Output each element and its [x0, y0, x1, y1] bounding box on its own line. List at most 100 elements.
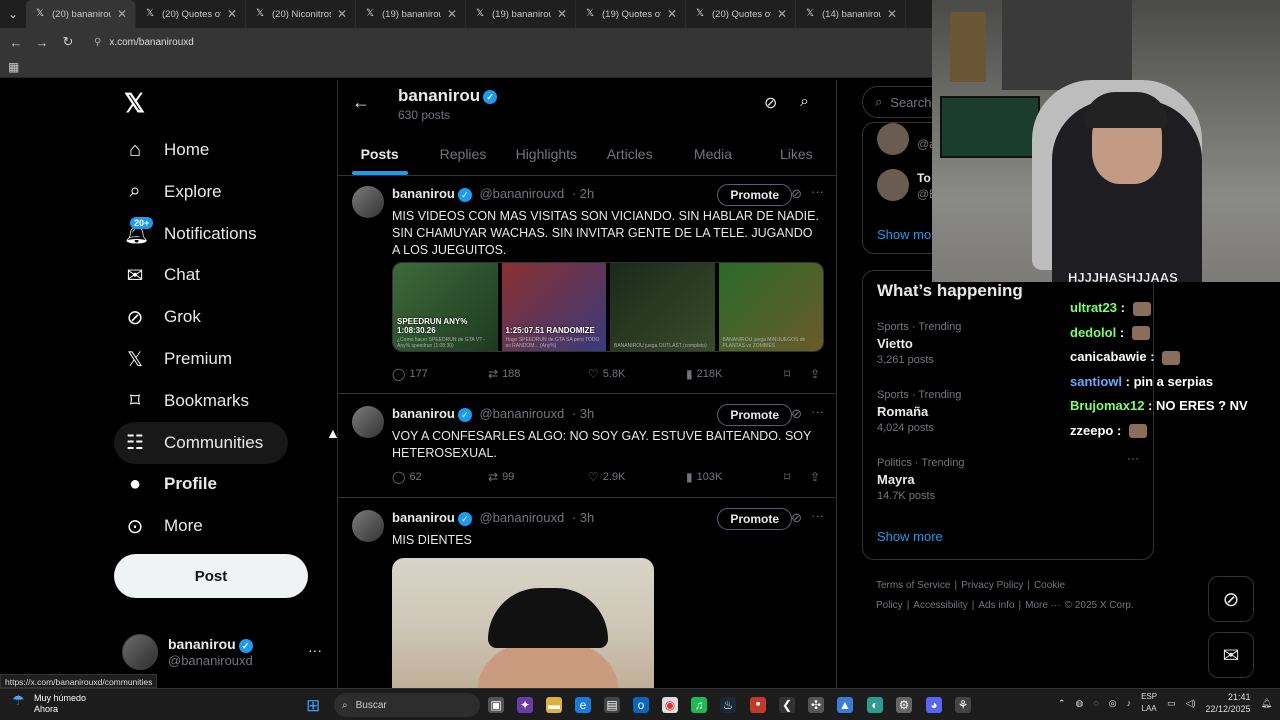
nav-item-premium[interactable]: 𝕏 Premium: [114, 338, 242, 380]
apps-grid-icon[interactable]: ▦: [8, 60, 19, 74]
more-dots-icon[interactable]: ···: [308, 642, 322, 658]
video-thumbnail[interactable]: 1:25:07.51 RANDOMIZE Hago SPEEDRUN de GT…: [501, 263, 606, 351]
footer-link[interactable]: More ···: [1025, 600, 1061, 611]
microphone-icon[interactable]: ♪: [1127, 698, 1132, 708]
share-button[interactable]: ⇪: [810, 470, 820, 484]
tweet[interactable]: bananirou ✓ @bananirouxd · 3h Promote ⊘ ·…: [338, 396, 836, 498]
app-icon[interactable]: ◐: [867, 697, 883, 713]
video-thumbnail[interactable]: BANANIROU juega MINIJUEGOS de PLANTAS vs…: [718, 263, 823, 351]
author-handle[interactable]: @bananirouxd: [479, 186, 564, 201]
taskbar-search[interactable]: ⌕ Buscar: [334, 693, 480, 717]
search-icon[interactable]: ⌕: [800, 93, 809, 111]
author-handle[interactable]: @bananirouxd: [479, 406, 564, 421]
tweet[interactable]: bananirou ✓ @bananirouxd · 3h Promote ⊘ ·…: [338, 500, 836, 688]
avatar[interactable]: [877, 169, 909, 201]
forward-arrow-icon[interactable]: →: [34, 35, 50, 50]
nav-item-communities[interactable]: ☷ Communities: [114, 421, 288, 464]
tweet[interactable]: bananirou ✓ @bananirouxd · 2h Promote ⊘ ·…: [338, 176, 836, 394]
app-icon[interactable]: ✣: [808, 697, 824, 713]
nav-item-home[interactable]: ⌂ Home: [114, 129, 219, 171]
tab-media[interactable]: Media: [671, 134, 754, 175]
reload-icon[interactable]: ↻: [60, 34, 76, 50]
x-logo-icon[interactable]: 𝕏: [124, 88, 150, 118]
browser-tab[interactable]: 𝕏 (20) Quotes of th ✕: [136, 0, 246, 28]
outlook-icon[interactable]: o: [633, 697, 649, 713]
close-tab-icon[interactable]: ✕: [337, 7, 347, 21]
bookmark-button[interactable]: ⌑: [784, 367, 790, 381]
tray-app-icon[interactable]: ◎: [1109, 698, 1117, 709]
store-icon[interactable]: ▤: [604, 697, 620, 713]
close-tab-icon[interactable]: ✕: [447, 7, 457, 21]
views-button[interactable]: ▮ 218K: [686, 367, 722, 381]
copilot-icon[interactable]: ✦: [517, 697, 533, 713]
video-thumbnail[interactable]: SPEEDRUN ANY% 1:08:30.26 ¿Como hacer SPE…: [393, 263, 498, 351]
tab-posts[interactable]: Posts: [338, 134, 421, 175]
nav-item-chat[interactable]: ✉ Chat: [114, 254, 210, 296]
site-info-icon[interactable]: ⚲: [94, 37, 101, 48]
grok-fab-icon[interactable]: ⊘: [1208, 576, 1254, 622]
repost-button[interactable]: ⇄ 188: [488, 367, 520, 381]
settings-gear-icon[interactable]: ⚙: [896, 697, 912, 713]
author-name[interactable]: bananirou: [392, 186, 455, 201]
post-button[interactable]: Post: [114, 554, 308, 598]
tray-chevron-up-icon[interactable]: ⌃: [1058, 698, 1066, 709]
reply-button[interactable]: ◯ 177: [392, 367, 428, 381]
browser-tab[interactable]: 𝕏 (20) Niconitroso or ✕: [246, 0, 356, 28]
share-button[interactable]: ⇪: [810, 367, 820, 381]
trend-item[interactable]: Politics · Trending Mayra 14.7K posts: [877, 457, 1137, 502]
reply-button[interactable]: ◯ 62: [392, 470, 422, 484]
promote-button[interactable]: Promote: [717, 184, 792, 206]
nav-item-bookmarks[interactable]: ⌑ Bookmarks: [114, 380, 259, 422]
network-icon[interactable]: ▭: [1167, 698, 1176, 709]
browser-tab[interactable]: 𝕏 (19) bananirou or ✕: [466, 0, 576, 28]
back-arrow-icon[interactable]: ←: [8, 35, 24, 50]
app-icon[interactable]: ❮: [779, 697, 795, 713]
avatar[interactable]: [352, 186, 384, 218]
close-tab-icon[interactable]: ✕: [227, 7, 237, 21]
nav-item-more[interactable]: ⊙ More: [114, 505, 213, 547]
tab-replies[interactable]: Replies: [421, 134, 504, 175]
app-icon[interactable]: ⚘: [955, 697, 971, 713]
browser-tab[interactable]: 𝕏 (19) Quotes of th ✕: [576, 0, 686, 28]
footer-link[interactable]: Privacy Policy: [961, 580, 1023, 591]
show-more-link[interactable]: Show more: [877, 529, 943, 544]
file-explorer-icon[interactable]: ▬: [546, 697, 562, 713]
grok-icon[interactable]: ⊘: [764, 93, 777, 113]
tweet-media-grid[interactable]: SPEEDRUN ANY% 1:08:30.26 ¿Como hacer SPE…: [392, 262, 824, 352]
more-dots-icon[interactable]: ···: [1127, 451, 1139, 465]
nav-item-explore[interactable]: ⌕ Explore: [114, 171, 232, 213]
grok-icon[interactable]: ⊘: [791, 510, 802, 526]
nav-item-grok[interactable]: ⊘ Grok: [114, 296, 211, 338]
notification-bell-icon[interactable]: 🔔︎: [1261, 698, 1272, 709]
avatar[interactable]: [877, 123, 909, 155]
volume-icon[interactable]: ◁): [1186, 698, 1196, 709]
windows-start-icon[interactable]: ⊞: [306, 696, 320, 716]
account-switcher[interactable]: bananirou ✓ @bananirouxd ···: [122, 632, 322, 672]
like-button[interactable]: ♡ 2.9K: [588, 470, 625, 484]
promote-button[interactable]: Promote: [717, 404, 792, 426]
author-handle[interactable]: @bananirouxd: [479, 510, 564, 525]
back-arrow-icon[interactable]: ←: [352, 92, 370, 113]
tab-likes[interactable]: Likes: [755, 134, 836, 175]
task-view-icon[interactable]: ▣: [488, 697, 504, 713]
weather-widget[interactable]: ☂ Muy húmedo Ahora: [12, 693, 86, 715]
close-tab-icon[interactable]: ✕: [117, 7, 127, 21]
browser-tab[interactable]: 𝕏 (20) Quotes of th ✕: [686, 0, 796, 28]
footer-link[interactable]: © 2025 X Corp.: [1065, 600, 1134, 611]
nav-item-notifications[interactable]: 🔔︎ 20+ Notifications: [114, 213, 267, 255]
close-tab-icon[interactable]: ✕: [777, 7, 787, 21]
discord-icon[interactable]: ◕: [926, 697, 942, 713]
bookmark-button[interactable]: ⌑: [784, 470, 790, 484]
footer-link[interactable]: Terms of Service: [876, 580, 950, 591]
close-tab-icon[interactable]: ✕: [557, 7, 567, 21]
tweet-photo[interactable]: [392, 558, 654, 688]
app-icon[interactable]: ▲: [837, 697, 853, 713]
tab-list-chevron-icon[interactable]: ⌄: [0, 0, 26, 28]
edge-icon[interactable]: e: [575, 697, 591, 713]
author-name[interactable]: bananirou: [392, 510, 455, 525]
repost-button[interactable]: ⇄ 99: [488, 470, 514, 484]
tray-app-icon[interactable]: ◌: [1093, 698, 1098, 708]
like-button[interactable]: ♡ 5.8K: [588, 367, 625, 381]
footer-link[interactable]: Ads info: [978, 600, 1014, 611]
spotify-icon[interactable]: ♫: [691, 697, 707, 713]
